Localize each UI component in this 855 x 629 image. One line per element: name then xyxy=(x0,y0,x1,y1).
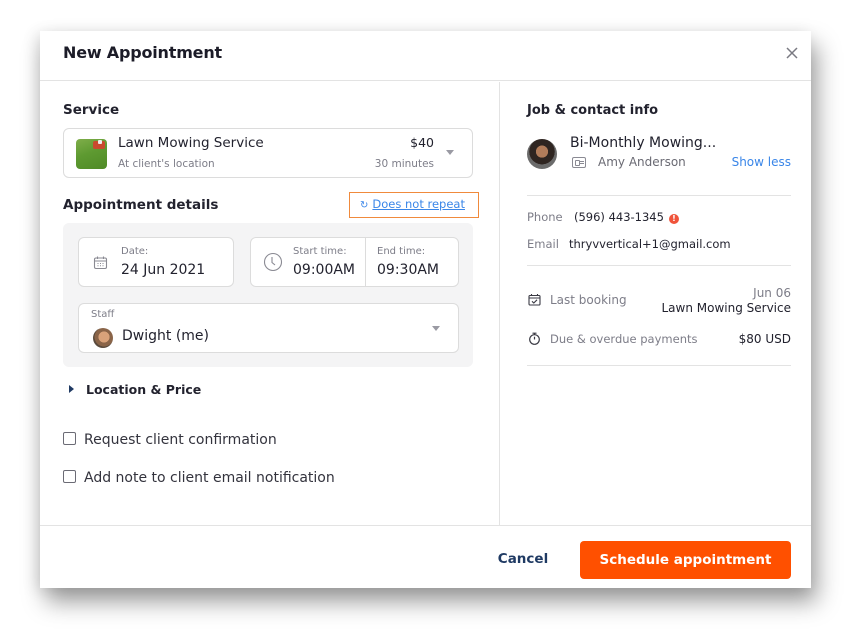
email-label: Email xyxy=(527,237,559,251)
cancel-button[interactable]: Cancel xyxy=(488,546,558,572)
checkbox-icon[interactable] xyxy=(63,432,76,445)
divider xyxy=(527,365,791,366)
email-value[interactable]: thryvvertical+1@gmail.com xyxy=(569,237,731,251)
client-avatar xyxy=(527,139,557,169)
checkbox-icon[interactable] xyxy=(63,470,76,483)
client-name[interactable]: Amy Anderson xyxy=(598,155,686,169)
calendar-icon xyxy=(93,256,108,270)
phone-value[interactable]: (596) 443-1345 xyxy=(574,210,664,224)
time-range-field: Start time: 09:00AM End time: 09:30AM xyxy=(250,237,459,287)
last-booking-label: Last booking xyxy=(550,293,627,307)
payments-label: Due & overdue payments xyxy=(550,332,698,346)
date-field[interactable]: Date: 24 Jun 2021 xyxy=(78,237,234,287)
start-time-value: 09:00AM xyxy=(293,262,356,278)
caret-right-icon xyxy=(69,385,74,393)
request-confirmation-label: Request client confirmation xyxy=(84,432,277,448)
chevron-down-icon xyxy=(446,150,454,155)
close-button[interactable] xyxy=(782,43,802,63)
alert-icon: ! xyxy=(668,214,679,224)
appointment-form: Service Lawn Mowing Service At client's … xyxy=(40,82,500,525)
appointment-details-title: Appointment details xyxy=(63,197,219,213)
service-duration: 30 minutes xyxy=(374,158,434,170)
last-booking-date: Jun 06 xyxy=(753,286,791,300)
location-price-toggle[interactable]: Location & Price xyxy=(69,382,201,397)
payments-value: $80 USD xyxy=(738,332,791,346)
job-name[interactable]: Bi-Monthly Mowing... xyxy=(570,135,716,151)
appointment-details-panel: Date: 24 Jun 2021 Start time: 09:00AM En… xyxy=(63,223,473,367)
staff-select[interactable]: Staff Dwight (me) xyxy=(78,303,459,353)
add-note-checkbox[interactable]: Add note to client email notification xyxy=(63,470,335,486)
calendar-check-icon xyxy=(528,294,541,306)
phone-label: Phone xyxy=(527,210,563,224)
chevron-down-icon xyxy=(432,326,440,331)
staff-label: Staff xyxy=(91,309,115,320)
staff-value: Dwight (me) xyxy=(122,328,209,344)
clock-icon xyxy=(263,252,283,272)
contact-card-icon xyxy=(572,157,586,168)
divider xyxy=(527,265,791,266)
repeat-link[interactable]: ↻ Does not repeat xyxy=(349,192,479,218)
contact-info-panel: Job & contact info Bi-Monthly Mowing... … xyxy=(500,82,811,525)
new-appointment-dialog: New Appointment Service Lawn Mowing Serv… xyxy=(40,31,811,588)
phone-value-row: (596) 443-1345! xyxy=(574,210,679,224)
divider xyxy=(527,195,791,196)
show-less-link[interactable]: Show less xyxy=(732,155,791,169)
service-name: Lawn Mowing Service xyxy=(118,135,264,151)
end-time-label: End time: xyxy=(377,246,426,257)
repeat-icon: ↻ xyxy=(360,200,369,211)
date-value: 24 Jun 2021 xyxy=(121,262,206,278)
start-time-label: Start time: xyxy=(293,246,347,257)
schedule-appointment-button[interactable]: Schedule appointment xyxy=(580,541,791,579)
close-icon xyxy=(786,47,798,59)
end-time-value: 09:30AM xyxy=(377,262,440,278)
start-time-field[interactable]: Start time: 09:00AM xyxy=(287,238,365,286)
contact-section-title: Job & contact info xyxy=(527,103,659,118)
repeat-label: Does not repeat xyxy=(372,197,465,211)
dialog-title: New Appointment xyxy=(63,43,222,62)
service-section-title: Service xyxy=(63,102,120,118)
add-note-label: Add note to client email notification xyxy=(84,470,335,486)
stopwatch-icon xyxy=(529,332,540,345)
staff-avatar xyxy=(93,328,113,348)
request-confirmation-checkbox[interactable]: Request client confirmation xyxy=(63,432,277,448)
location-price-label: Location & Price xyxy=(86,382,202,397)
service-location: At client's location xyxy=(118,158,215,170)
last-booking-service: Lawn Mowing Service xyxy=(661,301,791,315)
service-thumbnail xyxy=(76,139,107,169)
date-label: Date: xyxy=(121,246,149,257)
dialog-header: New Appointment xyxy=(40,31,811,81)
end-time-field[interactable]: End time: 09:30AM xyxy=(366,238,458,286)
service-select[interactable]: Lawn Mowing Service At client's location… xyxy=(63,128,473,178)
service-price: $40 xyxy=(410,135,434,150)
mower-handle-shape xyxy=(98,140,102,144)
dialog-footer: Cancel Schedule appointment xyxy=(40,525,811,588)
